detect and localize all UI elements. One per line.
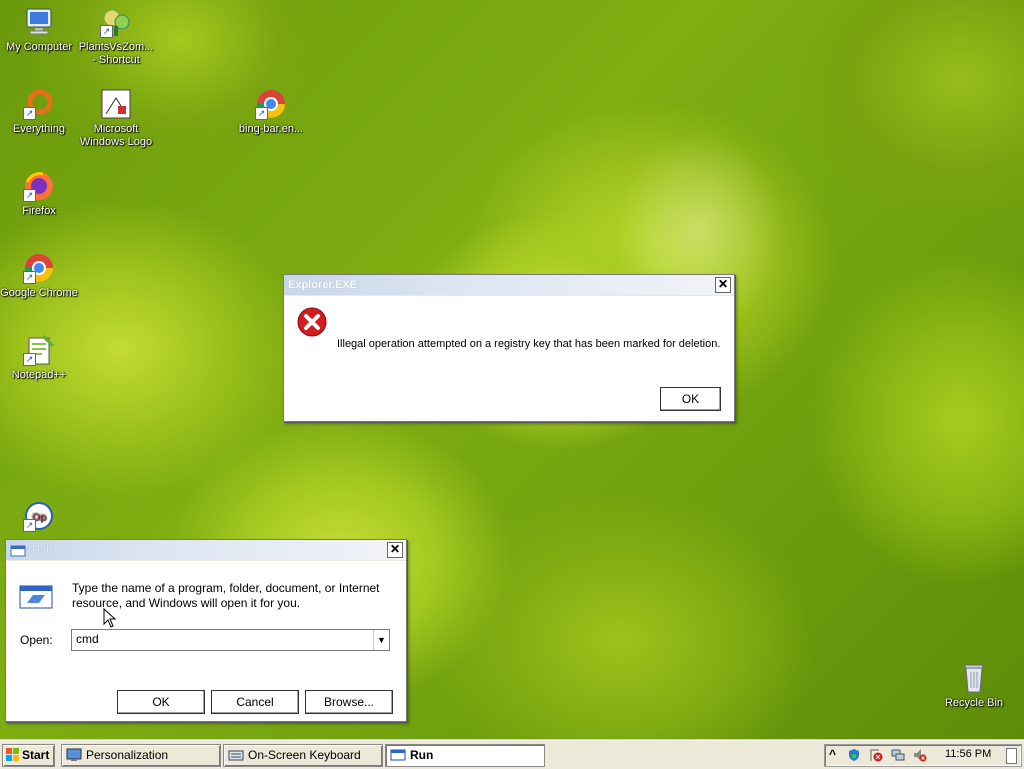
desktop-icon-label: Notepad++ (11, 369, 67, 381)
clock[interactable]: 11:56 PM (945, 748, 991, 760)
taskbar-button-label: Personalization (86, 748, 169, 762)
my-computer-icon (23, 6, 55, 38)
notepad-plus-plus-icon: ↗ (23, 334, 55, 366)
start-button[interactable]: Start (2, 744, 55, 767)
plants-vs-zombies-icon: ↗ (100, 6, 132, 38)
action-center-error-icon[interactable] (869, 748, 883, 762)
desktop-icon-label: Google Chrome (0, 287, 78, 299)
chrome-icon: ↗ (23, 252, 55, 284)
taskbar: Start Personalization On-Screen Keyboard… (0, 740, 1024, 769)
mouse-cursor-icon (103, 607, 117, 631)
run-program-icon (19, 585, 53, 612)
desktop-icon-notepad-plus-plus[interactable]: ↗ Notepad++ (0, 334, 78, 382)
error-dialog-title: Explorer.EXE (288, 279, 358, 291)
run-ok-button[interactable]: OK (117, 690, 205, 714)
desktop-icon-bing-bar[interactable]: ↗ bing-bar.en... (232, 88, 310, 136)
error-ok-button[interactable]: OK (660, 387, 721, 411)
desktop-icon-label: bing-bar.en... (238, 123, 304, 135)
run-browse-button[interactable]: Browse... (305, 690, 393, 714)
shortcut-arrow-icon: ↗ (23, 353, 36, 366)
everything-search-icon: ↗ (23, 88, 55, 120)
run-dialog-body: Type the name of a program, folder, docu… (6, 561, 406, 721)
shortcut-arrow-icon: ↗ (23, 189, 36, 202)
desktop-icon-my-computer[interactable]: My Computer (0, 6, 78, 54)
chevron-down-icon[interactable]: ▼ (373, 630, 389, 650)
open-input[interactable]: cmd (76, 632, 99, 646)
desktop-icon-label: Everything (13, 123, 65, 135)
shortcut-arrow-icon: ↗ (23, 107, 36, 120)
desktop-icon-label: PlantsVsZom... - Shortcut (78, 41, 154, 66)
taskbar-button-label: On-Screen Keyboard (248, 748, 361, 762)
run-window-icon (10, 544, 26, 557)
desktop: My Computer ↗ PlantsVsZom... - Shortcut … (0, 0, 1024, 740)
shortcut-arrow-icon: ↗ (23, 271, 36, 284)
windows-logo-file-icon (100, 88, 132, 120)
security-shield-icon[interactable] (847, 748, 861, 762)
error-dialog: Explorer.EXE ✕ Illegal operation attempt… (283, 274, 735, 422)
run-description: Type the name of a program, folder, docu… (72, 581, 380, 610)
firefox-icon: ↗ (23, 170, 55, 202)
error-dialog-body: Illegal operation attempted on a registr… (284, 296, 734, 421)
desktop-icon-label: Microsoft Windows Logo (79, 123, 153, 148)
open-label: Open: (20, 633, 53, 647)
taskbar-button-personalization[interactable]: Personalization (61, 744, 221, 767)
run-window-icon (390, 748, 406, 762)
desktop-icon-firefox[interactable]: ↗ Firefox (0, 170, 78, 218)
desktop-icon-label: Recycle Bin (944, 697, 1004, 709)
shortcut-arrow-icon: ↗ (23, 519, 36, 532)
shortcut-arrow-icon: ↗ (255, 107, 268, 120)
volume-muted-icon[interactable] (913, 748, 927, 762)
start-label: Start (22, 748, 50, 762)
run-cancel-button[interactable]: Cancel (211, 690, 299, 714)
show-desktop-button[interactable] (1006, 748, 1017, 764)
run-dialog-title: Run (32, 544, 53, 556)
desktop-icon-plantsvszombies[interactable]: ↗ PlantsVsZom... - Shortcut (77, 6, 155, 67)
taskbar-button-run[interactable]: Run (385, 744, 545, 767)
run-dialog-titlebar[interactable]: Run ✕ (6, 540, 406, 560)
desktop-icon-google-chrome[interactable]: ↗ Google Chrome (0, 252, 78, 300)
error-message: Illegal operation attempted on a registr… (337, 338, 721, 350)
taskbar-button-on-screen-keyboard[interactable]: On-Screen Keyboard (223, 744, 383, 767)
desktop-icon-everything[interactable]: ↗ Everything (0, 88, 78, 136)
chrome-icon: ↗ (255, 88, 287, 120)
tray-expand-icon[interactable]: ^ (829, 747, 836, 761)
windows-flag-icon (6, 748, 20, 762)
keyboard-icon (228, 748, 244, 762)
desktop-icon-microsoft-windows-logo[interactable]: Microsoft Windows Logo (77, 88, 155, 149)
taskbar-button-label: Run (410, 748, 434, 762)
desktop-icon-partial[interactable]: Op ↗ (0, 500, 78, 535)
error-dialog-titlebar[interactable]: Explorer.EXE ✕ (284, 275, 734, 295)
system-tray: ^ 11:56 PM (824, 744, 1022, 767)
close-icon[interactable]: ✕ (715, 277, 731, 293)
desktop-icon-label: My Computer (5, 41, 73, 53)
network-icon[interactable] (891, 748, 905, 762)
close-icon[interactable]: ✕ (387, 542, 403, 558)
error-icon (296, 306, 328, 341)
run-dialog: Run ✕ Type the name of a program, folder… (5, 539, 407, 722)
desktop-icon-label: Firefox (22, 205, 56, 217)
shortcut-arrow-icon: ↗ (100, 25, 113, 38)
recycle-bin-icon (958, 662, 990, 694)
desktop-icon-recycle-bin[interactable]: Recycle Bin (935, 662, 1013, 710)
personalization-icon (66, 748, 82, 762)
application-icon: Op ↗ (23, 500, 55, 532)
open-combobox[interactable]: cmd ▼ (71, 629, 390, 651)
